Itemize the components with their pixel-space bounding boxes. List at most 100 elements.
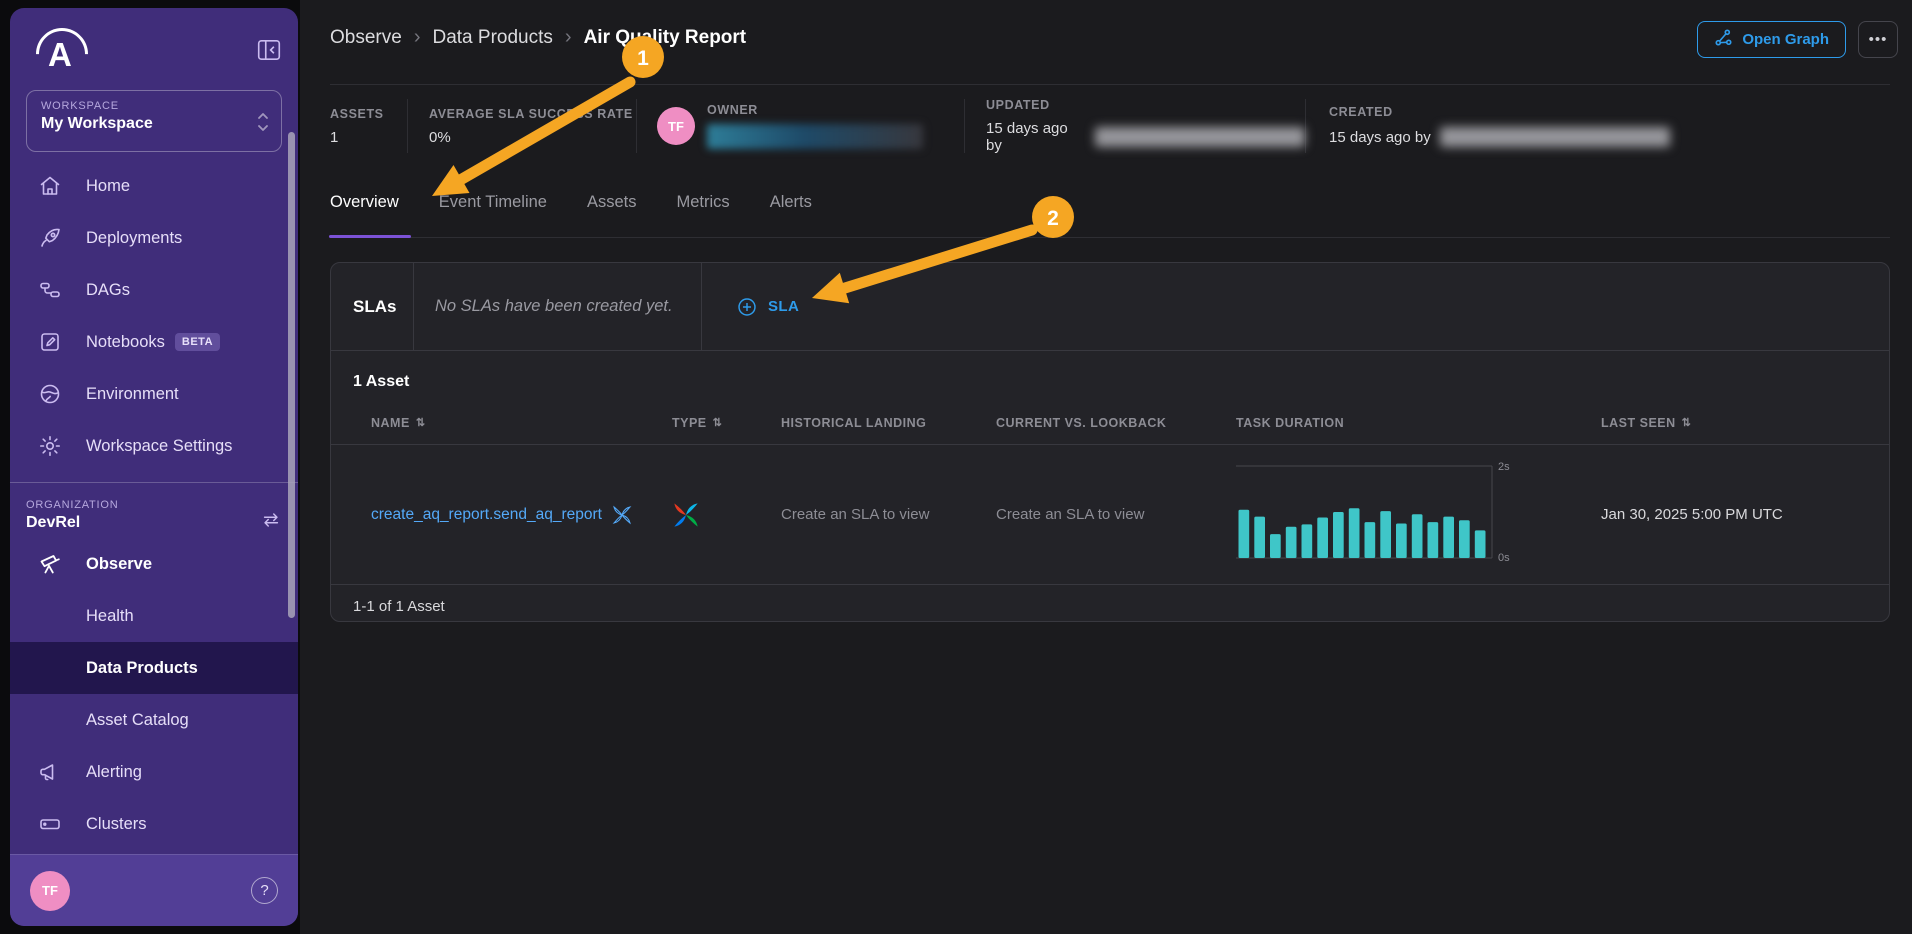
stat-label: AVERAGE SLA SUCCESS RATE <box>429 107 636 121</box>
y-tick-top: 2s <box>1498 461 1510 473</box>
breadcrumb: Observe › Data Products › Air Quality Re… <box>330 26 746 49</box>
sidebar-item-label: Clusters <box>86 815 147 834</box>
asset-link[interactable]: create_aq_report.send_aq_report <box>371 506 602 524</box>
breadcrumb-observe[interactable]: Observe <box>330 27 402 49</box>
app-screen: A WORKSPACE My Workspace <box>0 0 1912 934</box>
column-header-last-seen[interactable]: LAST SEEN ⇅ <box>1601 416 1889 430</box>
help-icon[interactable]: ? <box>251 877 278 904</box>
column-header-historical-landing: HISTORICAL LANDING <box>781 416 996 430</box>
sidebar-item-label: Environment <box>86 385 179 404</box>
sidebar-item-alerting[interactable]: Alerting <box>10 746 298 798</box>
stat-owner: TF OWNER <box>637 103 964 149</box>
breadcrumb-data-products[interactable]: Data Products <box>432 27 552 49</box>
clusters-icon <box>38 812 62 836</box>
slas-section: SLAs No SLAs have been created yet. SLA <box>331 263 1889 351</box>
astronomer-logo-icon[interactable]: A <box>36 28 88 80</box>
organization-selector[interactable]: ORGANIZATION DevRel <box>10 483 298 538</box>
sidebar-item-dags[interactable]: DAGs <box>10 264 298 316</box>
owner-avatar: TF <box>657 107 695 145</box>
sidebar-item-label: Notebooks <box>86 333 165 352</box>
workspace-label: WORKSPACE <box>41 100 267 112</box>
stat-sla-rate: AVERAGE SLA SUCCESS RATE 0% <box>408 107 636 146</box>
current-vs-lookback-cell: Create an SLA to view <box>996 506 1236 523</box>
task-duration-chart: 2s 0s <box>1236 458 1528 566</box>
header-actions: Open Graph ••• <box>1697 21 1898 58</box>
tab-metrics[interactable]: Metrics <box>677 168 730 237</box>
tab-alerts[interactable]: Alerts <box>770 168 812 237</box>
dag-icon <box>38 278 62 302</box>
sidebar-item-deployments[interactable]: Deployments <box>10 212 298 264</box>
assets-table-header: NAME ⇅ TYPE ⇅ HISTORICAL LANDING CURRENT… <box>331 401 1889 445</box>
home-icon <box>38 174 62 198</box>
sidebar-scrollbar[interactable] <box>288 132 295 618</box>
sidebar: A WORKSPACE My Workspace <box>10 8 298 926</box>
stat-label: CREATED <box>1329 105 1670 119</box>
historical-landing-cell: Create an SLA to view <box>781 506 996 523</box>
sidebar-item-environment[interactable]: Environment <box>10 368 298 420</box>
logo-letter: A <box>48 36 72 74</box>
telescope-icon <box>38 552 62 576</box>
sidebar-item-label: Home <box>86 177 130 196</box>
user-avatar[interactable]: TF <box>30 871 70 911</box>
sidebar-item-label: DAGs <box>86 281 130 300</box>
notebook-icon <box>38 330 62 354</box>
last-seen-cell: Jan 30, 2025 5:00 PM UTC <box>1601 506 1889 523</box>
rocket-icon <box>38 226 62 250</box>
sidebar-item-health[interactable]: Health <box>10 590 298 642</box>
sidebar-item-label: Data Products <box>86 659 198 678</box>
sidebar-item-label: Workspace Settings <box>86 437 232 456</box>
sidebar-footer: TF ? <box>10 854 298 926</box>
tab-bar: Overview Event Timeline Assets Metrics A… <box>330 168 1890 238</box>
column-header-type[interactable]: TYPE ⇅ <box>672 416 781 430</box>
sort-icon[interactable]: ⇅ <box>416 416 426 429</box>
overview-card: SLAs No SLAs have been created yet. SLA … <box>330 262 1890 622</box>
sidebar-item-clusters[interactable]: Clusters <box>10 798 298 850</box>
sort-icon[interactable]: ⇅ <box>1682 416 1692 429</box>
sidebar-item-asset-catalog[interactable]: Asset Catalog <box>10 694 298 746</box>
sidebar-item-home[interactable]: Home <box>10 160 298 212</box>
column-header-name[interactable]: NAME ⇅ <box>331 416 672 430</box>
tab-event-timeline[interactable]: Event Timeline <box>439 168 547 237</box>
sidebar-item-label: Observe <box>86 555 152 574</box>
y-tick-bottom: 0s <box>1498 552 1510 564</box>
updated-by-redacted <box>1095 127 1305 147</box>
tab-assets[interactable]: Assets <box>587 168 637 237</box>
chevron-up-down-icon <box>255 109 271 140</box>
stat-updated: UPDATED 15 days ago by <box>965 98 1305 154</box>
beta-badge: BETA <box>175 333 220 351</box>
stat-created: CREATED 15 days ago by <box>1306 105 1670 147</box>
slas-empty-message: No SLAs have been created yet. <box>414 263 701 350</box>
gear-icon <box>38 434 62 458</box>
workspace-name: My Workspace <box>41 115 267 133</box>
switch-organization-icon[interactable] <box>260 509 282 531</box>
stat-value: 1 <box>330 129 407 146</box>
stat-label: UPDATED <box>986 98 1305 112</box>
workspace-selector[interactable]: WORKSPACE My Workspace <box>26 90 282 152</box>
open-graph-button[interactable]: Open Graph <box>1697 21 1846 58</box>
tab-overview[interactable]: Overview <box>330 168 399 237</box>
more-options-button[interactable]: ••• <box>1858 21 1898 58</box>
sidebar-collapse-icon[interactable] <box>256 38 282 62</box>
task-duration-bars <box>1239 508 1486 558</box>
column-header-task-duration: TASK DURATION <box>1236 416 1601 430</box>
created-prefix: 15 days ago by <box>1329 129 1431 146</box>
sidebar-item-workspace-settings[interactable]: Workspace Settings <box>10 420 298 472</box>
megaphone-icon <box>38 760 62 784</box>
chevron-right-icon: › <box>414 26 421 49</box>
stat-label: ASSETS <box>330 107 407 121</box>
chevron-right-icon: › <box>565 26 572 49</box>
column-header-current-vs-lookback: CURRENT VS. LOOKBACK <box>996 416 1236 430</box>
sidebar-item-observe[interactable]: Observe <box>10 538 298 590</box>
task-duration-cell: 2s 0s <box>1236 458 1601 571</box>
updated-prefix: 15 days ago by <box>986 120 1086 154</box>
sort-icon[interactable]: ⇅ <box>713 416 723 429</box>
organization-name: DevRel <box>26 514 282 532</box>
sidebar-nav: Home Deployments DAGs <box>10 160 298 850</box>
stat-value: 0% <box>429 129 636 146</box>
slas-title: SLAs <box>331 263 413 350</box>
sidebar-item-notebooks[interactable]: Notebooks BETA <box>10 316 298 368</box>
table-row: create_aq_report.send_aq_report <box>331 445 1889 584</box>
add-sla-button[interactable]: SLA <box>702 263 799 350</box>
organization-label: ORGANIZATION <box>26 499 282 511</box>
sidebar-item-data-products[interactable]: Data Products <box>10 642 298 694</box>
